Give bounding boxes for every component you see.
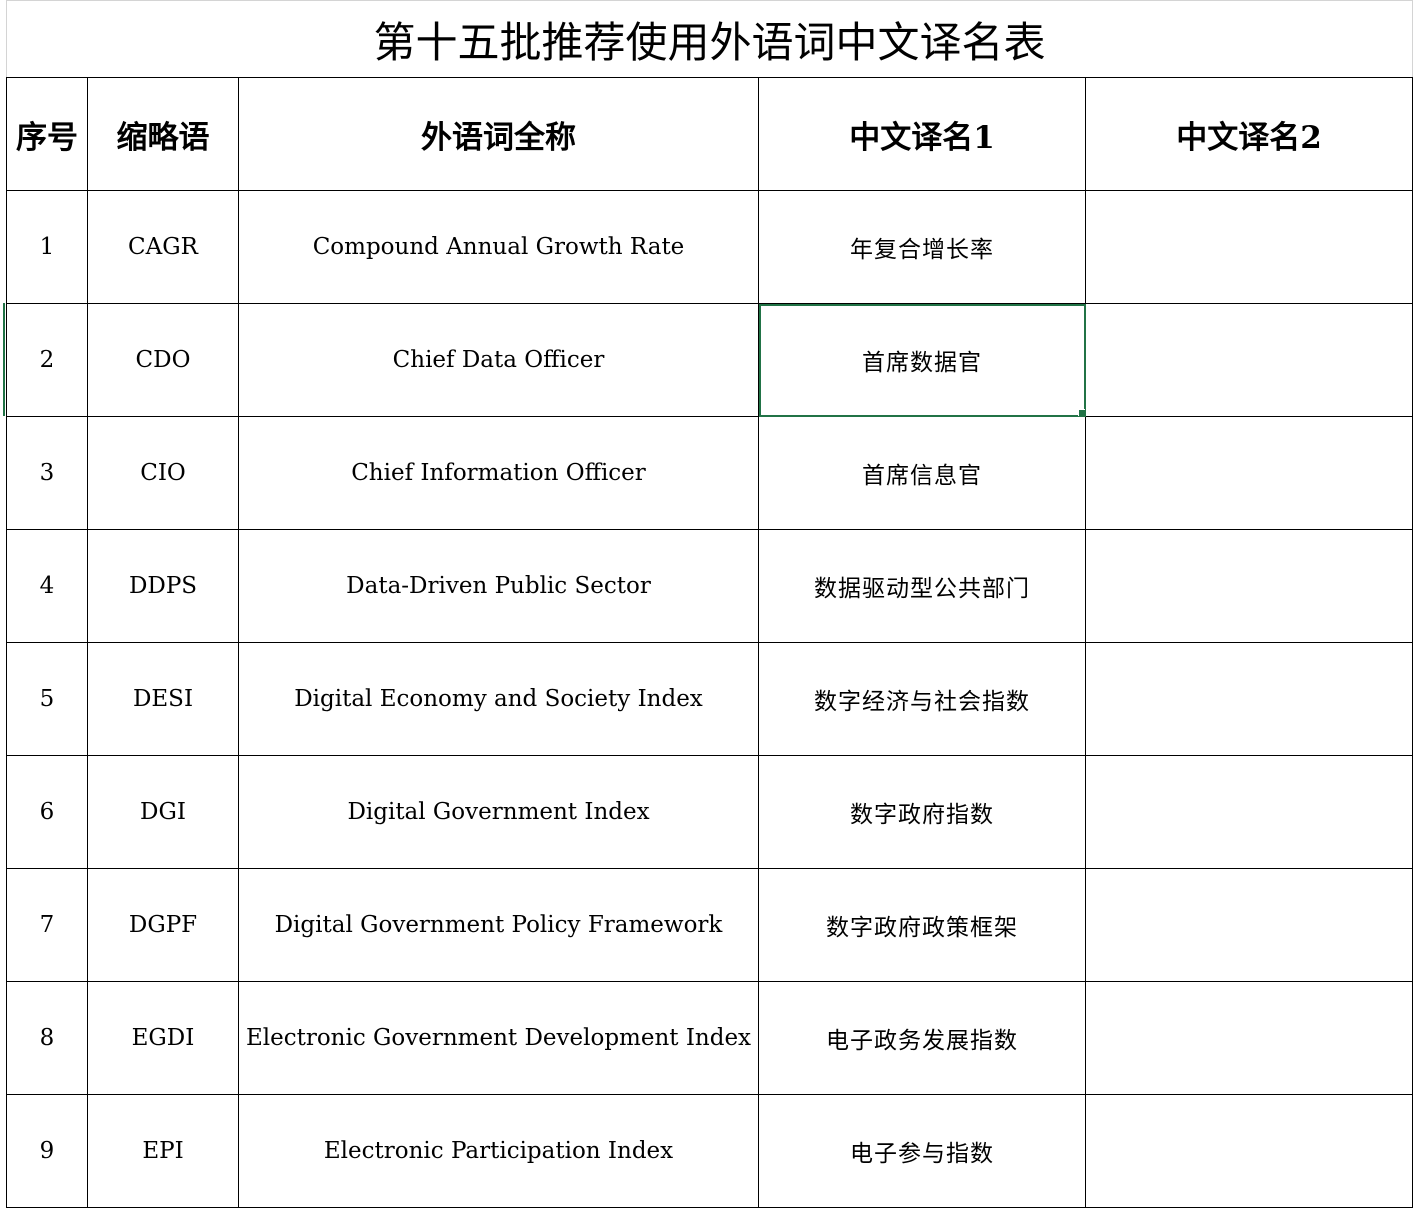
fill-handle[interactable] — [1078, 409, 1085, 416]
cell-full-name[interactable]: Chief Information Officer — [238, 416, 759, 530]
cell-full-name[interactable]: Chief Data Officer — [238, 303, 759, 417]
active-row-marker — [3, 303, 5, 416]
cell-zh2[interactable] — [1084, 981, 1414, 1095]
cell-abbr[interactable]: EPI — [87, 1094, 239, 1208]
cell-full-name[interactable]: Digital Economy and Society Index — [238, 642, 759, 756]
cell-zh1[interactable]: 电子参与指数 — [758, 1094, 1086, 1208]
cell-full-name[interactable]: Electronic Participation Index — [238, 1094, 759, 1208]
cell-no[interactable]: 9 — [6, 1094, 88, 1208]
cell-zh2[interactable] — [1084, 642, 1414, 756]
table-row: 7 DGPF Digital Government Policy Framework… — [6, 868, 1414, 982]
cell-full-name[interactable]: Electronic Government Development Index — [238, 981, 759, 1095]
header-cell-no[interactable]: 序号 — [6, 77, 88, 191]
header-row: 序号 缩略语 外语词全称 中文译名1 中文译名2 — [6, 77, 1414, 191]
cell-abbr[interactable]: DGI — [87, 755, 239, 869]
cell-abbr[interactable]: DESI — [87, 642, 239, 756]
cell-abbr[interactable]: EGDI — [87, 981, 239, 1095]
cell-full-name[interactable]: Digital Government Policy Framework — [238, 868, 759, 982]
table-row: 3 CIO Chief Information Officer 首席信息官 — [6, 416, 1414, 530]
cell-no[interactable]: 2 — [6, 303, 88, 417]
header-cell-full-name[interactable]: 外语词全称 — [238, 77, 759, 191]
table-row: 2 CDO Chief Data Officer 首席数据官 — [6, 303, 1414, 417]
header-cell-zh1[interactable]: 中文译名1 — [758, 77, 1086, 191]
cell-zh2[interactable] — [1084, 868, 1414, 982]
cell-no[interactable]: 8 — [6, 981, 88, 1095]
cell-full-name[interactable]: Data-Driven Public Sector — [238, 529, 759, 643]
table-row: 8 EGDI Electronic Government Development I… — [6, 981, 1414, 1095]
cell-zh2[interactable] — [1084, 1094, 1414, 1208]
header-cell-zh2[interactable]: 中文译名2 — [1084, 77, 1414, 191]
cell-zh1[interactable]: 数据驱动型公共部门 — [758, 529, 1086, 643]
cell-zh1[interactable]: 数字经济与社会指数 — [758, 642, 1086, 756]
table-row: 9 EPI Electronic Participation Index 电子参与指数 — [6, 1094, 1414, 1208]
table-row: 1 CAGR Compound Annual Growth Rate 年复合增长率 — [6, 190, 1414, 304]
cell-zh2[interactable] — [1084, 190, 1414, 304]
sheet-title[interactable]: 第十五批推荐使用外语词中文译名表 — [5, 0, 1414, 78]
cell-zh1-selected[interactable]: 首席数据官 — [758, 303, 1086, 417]
cell-zh1[interactable]: 电子政务发展指数 — [758, 981, 1086, 1095]
table-row: 4 DDPS Data-Driven Public Sector 数据驱动型公共部门 — [6, 529, 1414, 643]
spreadsheet-table: 第十五批推荐使用外语词中文译名表 序号 缩略语 外语词全称 中文译名1 中文译名… — [5, 0, 1414, 1208]
cell-zh2[interactable] — [1084, 529, 1414, 643]
table-row: 5 DESI Digital Economy and Society Index 数字… — [6, 642, 1414, 756]
cell-zh1[interactable]: 数字政府指数 — [758, 755, 1086, 869]
cell-no[interactable]: 4 — [6, 529, 88, 643]
cell-abbr[interactable]: DGPF — [87, 868, 239, 982]
cell-zh2[interactable] — [1084, 755, 1414, 869]
cell-abbr[interactable]: CAGR — [87, 190, 239, 304]
cell-no[interactable]: 1 — [6, 190, 88, 304]
cell-no[interactable]: 7 — [6, 868, 88, 982]
cell-abbr[interactable]: CIO — [87, 416, 239, 530]
cell-zh2[interactable] — [1084, 416, 1414, 530]
cell-zh2[interactable] — [1084, 303, 1414, 417]
cell-zh1[interactable]: 数字政府政策框架 — [758, 868, 1086, 982]
cell-full-name[interactable]: Digital Government Index — [238, 755, 759, 869]
cell-no[interactable]: 3 — [6, 416, 88, 530]
cell-no[interactable]: 5 — [6, 642, 88, 756]
table-row: 6 DGI Digital Government Index 数字政府指数 — [6, 755, 1414, 869]
cell-zh1[interactable]: 首席信息官 — [758, 416, 1086, 530]
cell-abbr[interactable]: DDPS — [87, 529, 239, 643]
cell-full-name[interactable]: Compound Annual Growth Rate — [238, 190, 759, 304]
cell-abbr[interactable]: CDO — [87, 303, 239, 417]
cell-zh1[interactable]: 年复合增长率 — [758, 190, 1086, 304]
cell-no[interactable]: 6 — [6, 755, 88, 869]
header-cell-abbr[interactable]: 缩略语 — [87, 77, 239, 191]
